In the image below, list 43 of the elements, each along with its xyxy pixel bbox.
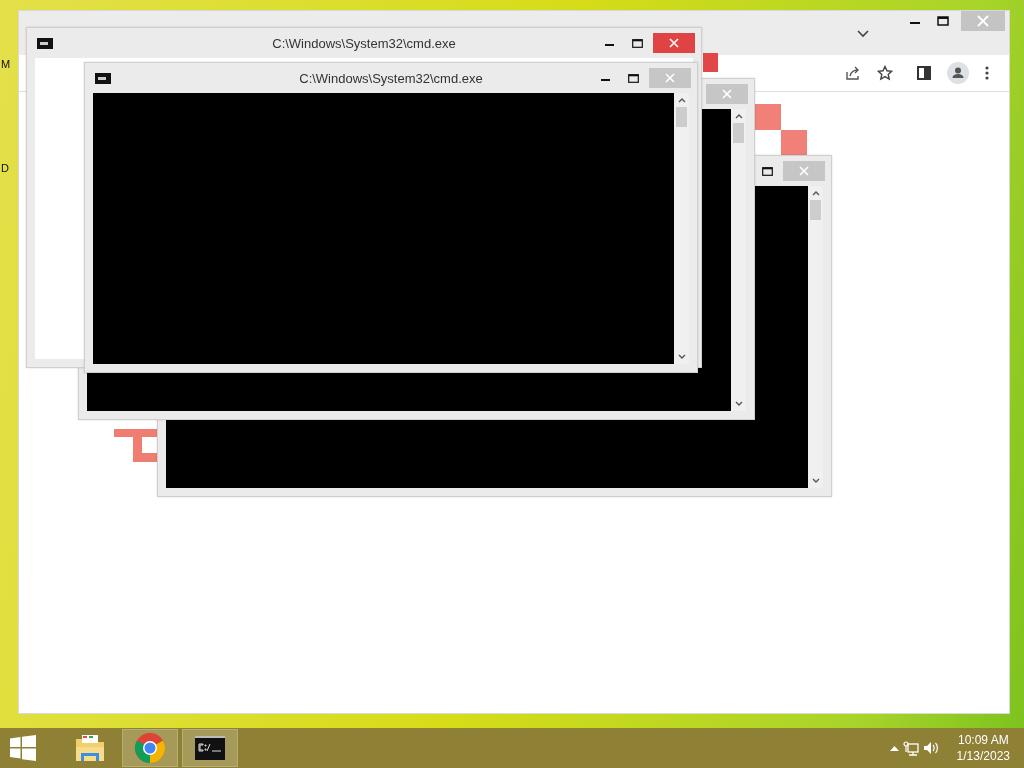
scroll-down-icon[interactable] bbox=[811, 478, 820, 484]
scroll-thumb[interactable] bbox=[676, 107, 687, 127]
volume-icon[interactable] bbox=[922, 741, 939, 755]
maximize-icon bbox=[761, 166, 773, 176]
folder-icon bbox=[74, 733, 106, 763]
scrollbar[interactable] bbox=[674, 93, 689, 364]
star-icon[interactable] bbox=[877, 65, 893, 81]
desktop-icon-label[interactable]: M bbox=[1, 58, 11, 70]
windows-logo-icon[interactable] bbox=[10, 735, 36, 761]
scrollbar[interactable] bbox=[731, 109, 746, 411]
side-panel-icon[interactable] bbox=[917, 66, 931, 80]
scroll-thumb[interactable] bbox=[733, 123, 744, 143]
window-title: C:\Windows\System32\cmd.exe bbox=[299, 70, 483, 86]
clock-time[interactable]: 10:09 AM bbox=[957, 732, 1009, 748]
chrome-icon bbox=[134, 732, 166, 764]
scrollbar[interactable] bbox=[808, 186, 823, 488]
close-icon bbox=[722, 89, 732, 99]
scroll-down-icon[interactable] bbox=[734, 401, 743, 407]
close-icon bbox=[669, 38, 679, 48]
share-icon[interactable] bbox=[845, 65, 861, 81]
menu-icon[interactable] bbox=[985, 66, 989, 80]
maximize-icon bbox=[627, 73, 639, 83]
clock-date[interactable]: 1/13/2023 bbox=[956, 748, 1010, 764]
console-button[interactable] bbox=[182, 729, 238, 767]
scroll-up-icon[interactable] bbox=[811, 190, 820, 196]
maximize-icon bbox=[937, 16, 949, 26]
desktop-icon-label[interactable]: D bbox=[1, 162, 9, 174]
close-icon bbox=[665, 73, 675, 83]
chevron-down-icon[interactable] bbox=[857, 30, 869, 38]
profile-icon[interactable] bbox=[947, 62, 969, 84]
scroll-up-icon[interactable] bbox=[734, 113, 743, 119]
show-hidden-icons-icon[interactable] bbox=[889, 745, 899, 751]
window-title: C:\Windows\System32\cmd.exe bbox=[272, 35, 456, 51]
console-icon bbox=[95, 72, 111, 84]
close-icon bbox=[977, 15, 989, 27]
close-icon bbox=[799, 166, 809, 176]
network-icon[interactable] bbox=[902, 740, 919, 756]
maximize-icon bbox=[631, 38, 643, 48]
scroll-down-icon[interactable] bbox=[677, 354, 686, 360]
scroll-thumb[interactable] bbox=[810, 200, 821, 220]
console-icon bbox=[37, 37, 53, 49]
scroll-up-icon[interactable] bbox=[677, 97, 686, 103]
console-icon bbox=[195, 736, 225, 760]
